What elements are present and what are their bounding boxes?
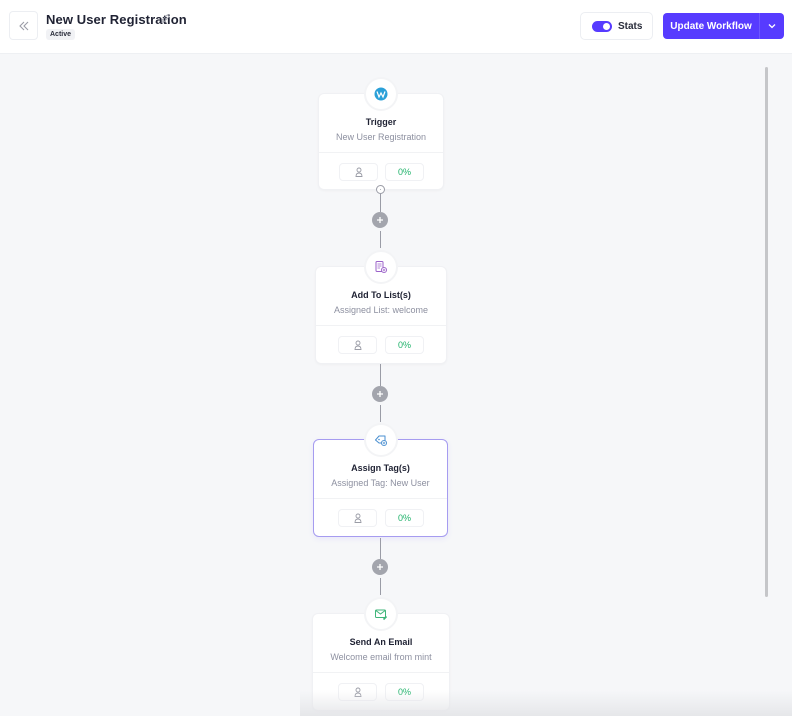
stats-toggle-button[interactable]: Stats — [580, 12, 653, 40]
step-divider — [319, 152, 443, 153]
step-user-count[interactable] — [339, 163, 378, 181]
step-subtitle: Assigned Tag: New User — [331, 478, 430, 488]
back-button[interactable] — [9, 11, 38, 40]
add-step-button[interactable] — [372, 386, 388, 402]
step-user-count[interactable] — [338, 336, 377, 354]
user-icon — [354, 513, 361, 523]
connector-line — [380, 578, 381, 595]
connector-line — [380, 231, 381, 248]
pencil-icon[interactable] — [160, 13, 171, 24]
user-icon — [355, 167, 362, 177]
step-user-count[interactable] — [338, 509, 377, 527]
step-percent[interactable]: 0% — [385, 509, 424, 527]
step-title: Add To List(s) — [351, 290, 411, 300]
step-title: Send An Email — [349, 637, 413, 647]
step-subtitle: New User Registration — [335, 132, 427, 142]
plus-icon — [377, 217, 383, 223]
plus-icon — [377, 564, 383, 570]
canvas-scrollbar[interactable] — [765, 67, 768, 597]
step-divider — [313, 672, 449, 673]
connector-line — [380, 538, 381, 559]
step-subtitle: Assigned List: welcome — [333, 305, 429, 315]
workflow-step-trigger[interactable]: Trigger New User Registration 0% — [318, 77, 444, 190]
email-icon — [364, 597, 398, 631]
top-bar: New User Registration Active Stats Updat… — [0, 0, 792, 54]
connector-line — [380, 194, 381, 212]
tag-icon — [363, 423, 398, 457]
connector-line — [380, 364, 381, 386]
double-chevron-left-icon — [18, 21, 28, 30]
step-divider — [316, 325, 446, 326]
update-workflow-button[interactable]: Update Workflow — [663, 13, 759, 39]
step-endpoint — [376, 185, 385, 194]
step-percent[interactable]: 0% — [385, 163, 424, 181]
plus-icon — [377, 391, 383, 397]
step-percent[interactable]: 0% — [385, 336, 424, 354]
connector-line — [380, 405, 381, 422]
update-dropdown-button[interactable] — [759, 13, 784, 39]
chevron-down-icon — [768, 24, 776, 29]
user-icon — [354, 687, 361, 697]
status-badge: Active — [46, 29, 76, 40]
step-title: Assign Tag(s) — [351, 463, 410, 473]
workflow-step-add-to-list[interactable]: Add To List(s) Assigned List: welcome 0% — [315, 250, 447, 364]
step-percent[interactable]: 0% — [385, 683, 424, 701]
wordpress-icon — [364, 77, 398, 111]
step-title: Trigger — [365, 117, 397, 127]
workflow-step-send-email[interactable]: Send An Email Welcome email from mint 0% — [312, 597, 450, 711]
step-subtitle: Welcome email from mint — [330, 652, 432, 662]
add-step-button[interactable] — [372, 559, 388, 575]
stats-label: Stats — [618, 20, 643, 32]
step-divider — [314, 498, 447, 499]
step-user-count[interactable] — [338, 683, 377, 701]
user-icon — [354, 340, 361, 350]
add-list-icon — [364, 250, 398, 284]
stats-toggle-switch[interactable] — [592, 20, 612, 32]
add-step-button[interactable] — [372, 212, 388, 228]
workflow-step-assign-tag[interactable]: Assign Tag(s) Assigned Tag: New User 0% — [313, 423, 448, 537]
